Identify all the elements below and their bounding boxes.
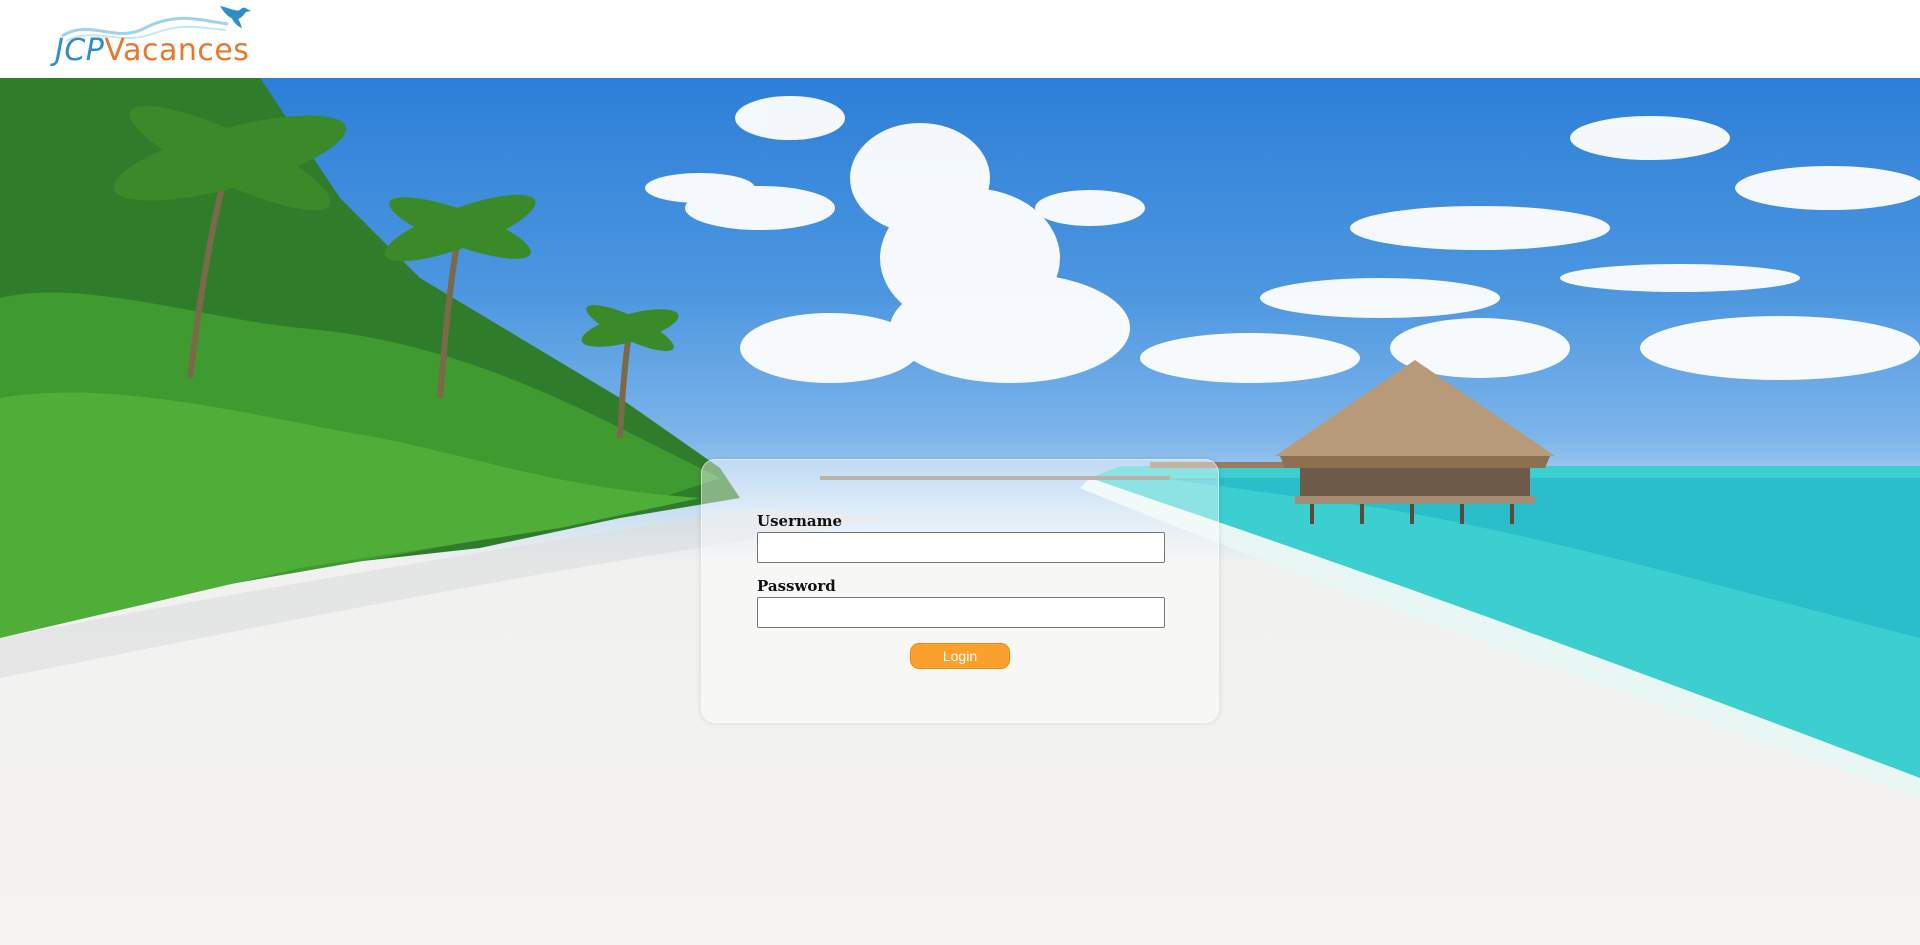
water-hut — [1275, 360, 1555, 524]
jcpvacances-logo[interactable]: JCPVacances — [50, 0, 300, 76]
password-label: Password — [757, 577, 836, 595]
bird-icon — [220, 6, 251, 28]
logo-text: JCPVacances — [55, 33, 249, 68]
logo-text-jcp: JCP — [55, 33, 105, 68]
password-input[interactable] — [757, 597, 1165, 628]
logo-text-vacances: Vacances — [104, 33, 250, 68]
login-panel: Username Password Login — [701, 459, 1219, 723]
site-header: JCPVacances — [0, 0, 1920, 78]
username-input[interactable] — [757, 532, 1165, 563]
clouds — [645, 96, 1920, 383]
login-button[interactable]: Login — [910, 643, 1010, 669]
tropical-beach-background: Username Password Login — [0, 78, 1920, 945]
username-label: Username — [757, 512, 843, 530]
